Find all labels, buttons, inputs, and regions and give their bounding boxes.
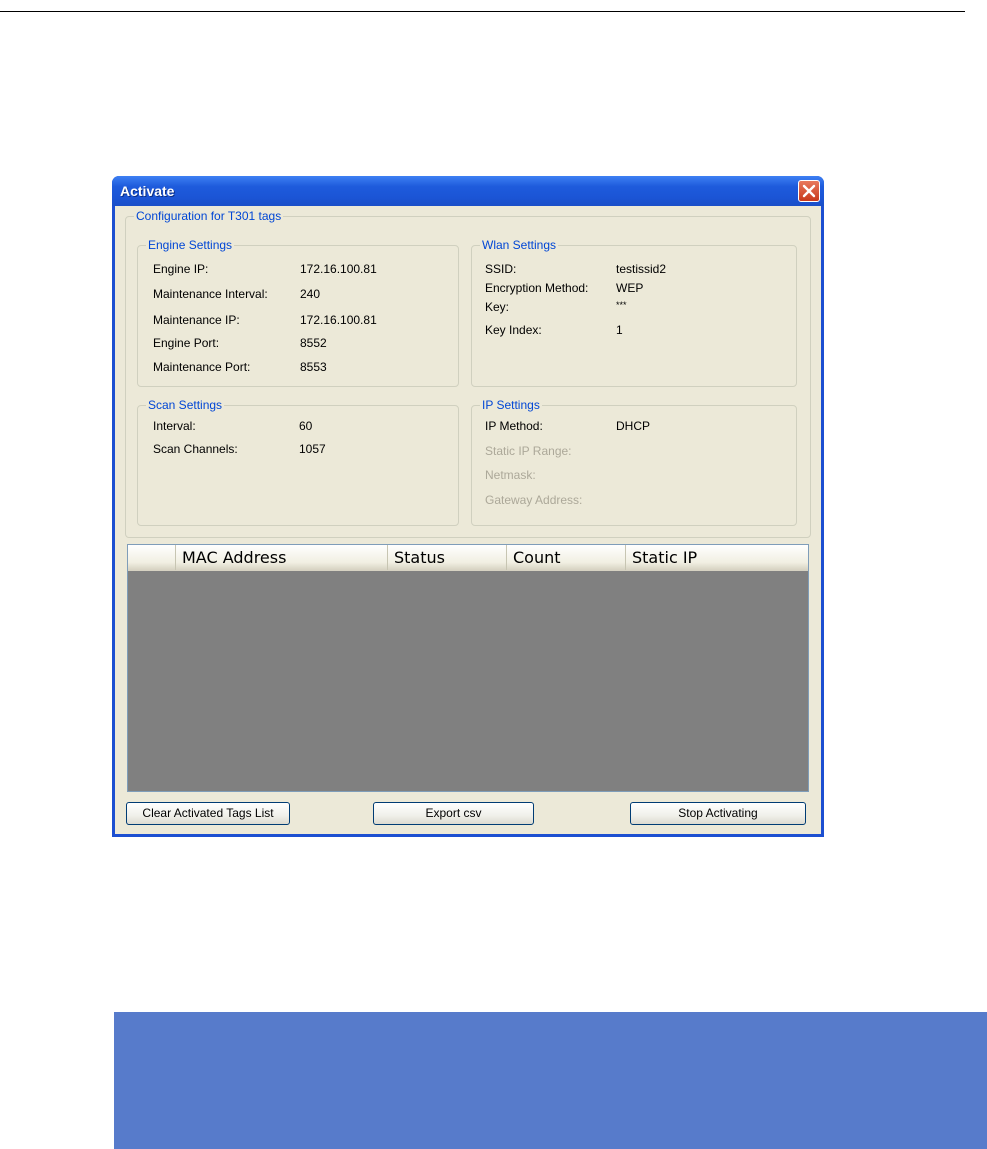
- engine-port-label: Engine Port:: [153, 336, 220, 350]
- ssid-label: SSID:: [485, 262, 517, 276]
- gateway-address-label: Gateway Address:: [485, 493, 583, 507]
- activated-tags-table[interactable]: MAC Address Status Count Static IP: [127, 544, 809, 792]
- key-value: ***: [616, 300, 627, 310]
- bottom-blue-band: [114, 1012, 987, 1149]
- column-header-static-ip[interactable]: Static IP: [626, 545, 808, 570]
- maintenance-interval-label: Maintenance Interval:: [153, 287, 268, 301]
- stop-activating-button[interactable]: Stop Activating: [630, 802, 806, 825]
- wlan-settings-group: Wlan Settings SSID: testissid2 Encryptio…: [471, 238, 797, 387]
- scan-interval-value: 60: [299, 419, 313, 433]
- maintenance-interval-value: 240: [300, 287, 321, 301]
- key-index-value: 1: [616, 323, 623, 337]
- activate-window: Activate Configuration for T301 tags Eng…: [112, 176, 824, 837]
- column-header-mac-address[interactable]: MAC Address: [176, 545, 388, 570]
- engine-settings-legend: Engine Settings: [146, 238, 235, 252]
- engine-settings-group: Engine Settings Engine IP: 172.16.100.81…: [137, 238, 459, 387]
- maintenance-port-label: Maintenance Port:: [153, 360, 251, 374]
- column-header-count[interactable]: Count: [507, 545, 626, 570]
- scan-channels-label: Scan Channels:: [153, 442, 238, 456]
- wlan-settings-legend: Wlan Settings: [480, 238, 559, 252]
- ip-settings-legend: IP Settings: [480, 398, 542, 412]
- key-label: Key:: [485, 300, 510, 314]
- window-title: Activate: [120, 183, 175, 199]
- dialog-client-area: Configuration for T301 tags Engine Setti…: [115, 206, 821, 834]
- encryption-method-label: Encryption Method:: [485, 281, 589, 295]
- engine-port-value: 8552: [300, 336, 327, 350]
- table-header: MAC Address Status Count Static IP: [128, 545, 808, 571]
- close-button[interactable]: [798, 180, 820, 202]
- key-index-label: Key Index:: [485, 323, 542, 337]
- column-header-status[interactable]: Status: [388, 545, 507, 570]
- scan-settings-legend: Scan Settings: [146, 398, 225, 412]
- ip-settings-group: IP Settings IP Method: DHCP Static IP Ra…: [471, 398, 797, 526]
- column-header-blank[interactable]: [128, 545, 176, 570]
- ssid-value: testissid2: [616, 262, 667, 276]
- static-ip-range-label: Static IP Range:: [485, 444, 572, 458]
- engine-ip-value: 172.16.100.81: [300, 262, 377, 276]
- maintenance-ip-label: Maintenance IP:: [153, 313, 240, 327]
- ip-method-value: DHCP: [616, 419, 651, 433]
- title-bar[interactable]: Activate: [112, 176, 824, 206]
- netmask-label: Netmask:: [485, 468, 536, 482]
- maintenance-port-value: 8553: [300, 360, 327, 374]
- scan-settings-group: Scan Settings Interval: 60 Scan Channels…: [137, 398, 459, 526]
- config-legend: Configuration for T301 tags: [134, 209, 284, 223]
- scan-interval-label: Interval:: [153, 419, 196, 433]
- close-icon: [802, 184, 816, 198]
- maintenance-ip-value: 172.16.100.81: [300, 313, 377, 327]
- encryption-method-value: WEP: [616, 281, 644, 295]
- export-csv-button[interactable]: Export csv: [373, 802, 534, 825]
- scan-channels-value: 1057: [299, 442, 326, 456]
- engine-ip-label: Engine IP:: [153, 262, 209, 276]
- clear-activated-tags-button[interactable]: Clear Activated Tags List: [126, 802, 290, 825]
- ip-method-label: IP Method:: [485, 419, 543, 433]
- top-rule: [0, 11, 965, 12]
